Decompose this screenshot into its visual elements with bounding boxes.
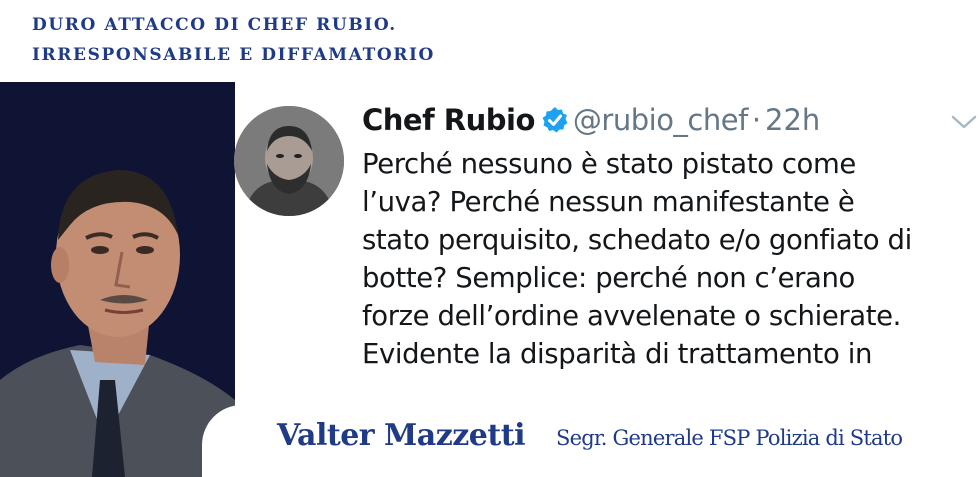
tweet-author-handle[interactable]: @rubio_chef bbox=[573, 103, 748, 137]
tweet-text-line: stato perquisito, schedato e/o gonfiato … bbox=[362, 224, 912, 256]
tweet-text-line: Perché nessuno è stato pistato come bbox=[362, 148, 856, 180]
tweet-author-name[interactable]: Chef Rubio bbox=[362, 103, 535, 137]
headline: DURO ATTACCO DI CHEF RUBIO. IRRESPONSABI… bbox=[32, 10, 435, 70]
verified-badge-icon bbox=[541, 104, 569, 133]
person-role: Segr. Generale FSP Polizia di Stato bbox=[556, 426, 903, 450]
tweet-text-line: forze dell’ordine avvelenate o schierate… bbox=[362, 300, 901, 332]
tweet-author-avatar[interactable] bbox=[234, 106, 344, 216]
tweet-text: Perché nessuno è stato pistato come l’uv… bbox=[362, 145, 977, 373]
chevron-down-icon[interactable] bbox=[951, 114, 977, 130]
tweet-header: Chef Rubio @rubio_chef · 22h bbox=[362, 100, 820, 140]
tweet-timestamp[interactable]: 22h bbox=[765, 103, 820, 137]
headline-box: DURO ATTACCO DI CHEF RUBIO. IRRESPONSABI… bbox=[0, 0, 470, 82]
tweet-separator: · bbox=[751, 103, 762, 137]
person-name: Valter Mazzetti bbox=[277, 418, 525, 453]
portrait-photo bbox=[0, 140, 235, 477]
headline-line-2: IRRESPONSABILE E DIFFAMATORIO bbox=[32, 45, 435, 65]
tweet-text-line: l’uva? Perché nessun manifestante è bbox=[362, 186, 855, 218]
headline-line-1: DURO ATTACCO DI CHEF RUBIO. bbox=[32, 15, 397, 35]
tweet-text-line: Evidente la disparità di trattamento in bbox=[362, 338, 872, 370]
tweet-text-line: botte? Semplice: perché non c’erano bbox=[362, 262, 855, 294]
